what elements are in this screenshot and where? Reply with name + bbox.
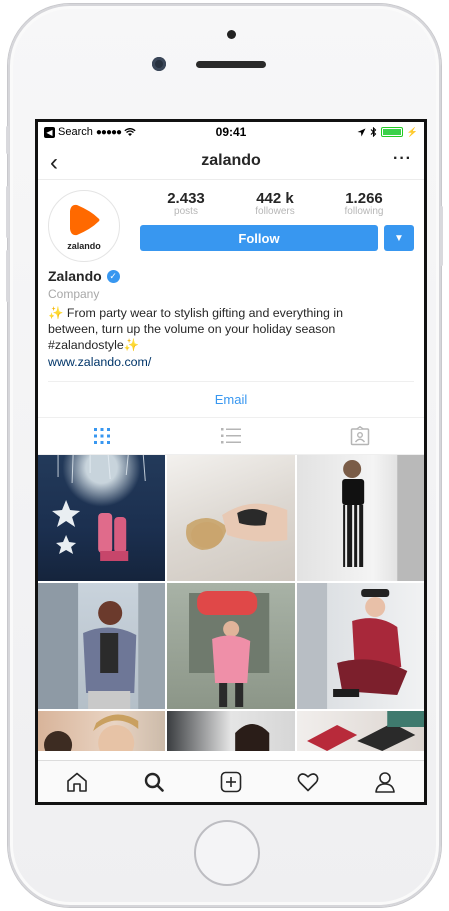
tab-grid[interactable]	[38, 418, 167, 454]
stat-value: 2.433	[167, 190, 205, 207]
stat-following[interactable]: 1.266 following	[324, 190, 404, 217]
profile-view-tabs	[38, 417, 424, 455]
profile-category: Company	[48, 287, 100, 301]
suggested-accounts-button[interactable]: ▼	[384, 225, 414, 251]
back-to-app-icon[interactable]: ◀	[44, 126, 55, 138]
phone-screen: ◀ Search ●●●●● 09:41 ⚡ ‹ zalando ··· zal…	[35, 119, 427, 805]
tab-new-post[interactable]	[211, 762, 251, 802]
back-chevron-icon[interactable]: ‹	[50, 149, 58, 177]
post-image	[189, 591, 270, 707]
profile-header: zalando 2.433 posts 442 k followers 1.26…	[38, 180, 424, 268]
home-button[interactable]	[194, 820, 260, 886]
wifi-icon	[124, 127, 136, 136]
battery-icon	[380, 127, 403, 137]
post-thumbnail[interactable]	[38, 455, 166, 581]
post-thumbnail[interactable]	[167, 455, 295, 581]
proximity-sensor	[227, 30, 236, 39]
navigation-bar: ‹ zalando ···	[38, 142, 424, 180]
tab-list[interactable]	[167, 418, 296, 454]
tagged-icon	[350, 426, 369, 446]
search-icon	[144, 772, 164, 792]
heart-icon	[297, 772, 319, 791]
contact-row: Email	[48, 381, 414, 417]
earpiece-speaker	[196, 61, 266, 68]
add-post-icon	[220, 771, 242, 792]
bio-hashtag[interactable]: #zalandostyle✨	[48, 337, 414, 353]
post-image	[44, 714, 139, 751]
front-camera	[152, 57, 166, 71]
bio-line: between, turn up the volume on your holi…	[48, 322, 336, 336]
post-image	[186, 503, 288, 550]
page-title: zalando	[201, 151, 261, 169]
stat-label: posts	[174, 206, 198, 217]
post-thumbnail[interactable]	[167, 711, 295, 751]
post-thumbnail[interactable]	[167, 583, 295, 709]
location-arrow-icon	[357, 128, 366, 136]
charging-icon: ⚡	[406, 126, 418, 137]
triangle-down-icon: ▼	[394, 232, 404, 244]
bottom-tab-bar	[38, 760, 424, 802]
post-thumbnail[interactable]	[296, 583, 424, 709]
volume-up-button	[6, 186, 9, 238]
stat-value: 1.266	[345, 190, 383, 207]
stat-followers[interactable]: 442 k followers	[235, 190, 315, 217]
tab-profile[interactable]	[365, 762, 405, 802]
mute-switch	[6, 126, 9, 154]
tab-tagged[interactable]	[295, 418, 424, 454]
tab-home[interactable]	[57, 762, 97, 802]
tab-activity[interactable]	[288, 762, 328, 802]
more-options-icon[interactable]: ···	[393, 150, 412, 168]
stat-label: followers	[255, 206, 295, 217]
email-button[interactable]: Email	[215, 392, 248, 407]
avatar-brand-text: zalando	[67, 241, 101, 251]
back-to-app-label[interactable]: Search	[58, 126, 93, 138]
post-image	[52, 455, 146, 561]
photo-grid	[38, 455, 424, 751]
verified-badge-icon: ✓	[106, 269, 120, 283]
list-icon	[221, 428, 241, 444]
profile-bio: Zalando ✓ Company ✨ From party wear to s…	[38, 268, 424, 369]
post-thumbnail[interactable]	[38, 711, 166, 751]
post-image	[341, 455, 424, 581]
bluetooth-icon	[370, 127, 377, 137]
post-image	[235, 724, 270, 751]
home-icon	[66, 772, 87, 792]
zalando-logo-icon	[70, 204, 100, 236]
post-image	[38, 583, 166, 709]
stat-value: 442 k	[256, 190, 294, 207]
post-thumbnail[interactable]	[296, 455, 424, 581]
stat-posts[interactable]: 2.433 posts	[146, 190, 226, 217]
profile-icon	[375, 771, 396, 793]
power-button	[440, 206, 443, 266]
post-thumbnail[interactable]	[296, 711, 424, 751]
post-image	[296, 583, 407, 709]
follow-button[interactable]: Follow	[140, 225, 378, 251]
tab-search[interactable]	[134, 762, 174, 802]
bio-line: ✨ From party wear to stylish gifting and…	[48, 306, 344, 320]
post-thumbnail[interactable]	[38, 583, 166, 709]
stat-label: following	[344, 206, 384, 217]
bio-text: ✨ From party wear to stylish gifting and…	[48, 305, 414, 353]
signal-icon: ●●●●●	[95, 126, 122, 138]
grid-icon	[94, 428, 111, 444]
profile-stats: 2.433 posts 442 k followers 1.266 follow…	[140, 190, 414, 217]
volume-down-button	[6, 250, 9, 302]
website-link[interactable]: www.zalando.com/	[48, 355, 414, 369]
avatar[interactable]: zalando	[48, 190, 120, 262]
status-bar: ◀ Search ●●●●● 09:41 ⚡	[38, 122, 424, 142]
profile-name: Zalando	[48, 268, 102, 284]
post-image	[306, 711, 424, 751]
